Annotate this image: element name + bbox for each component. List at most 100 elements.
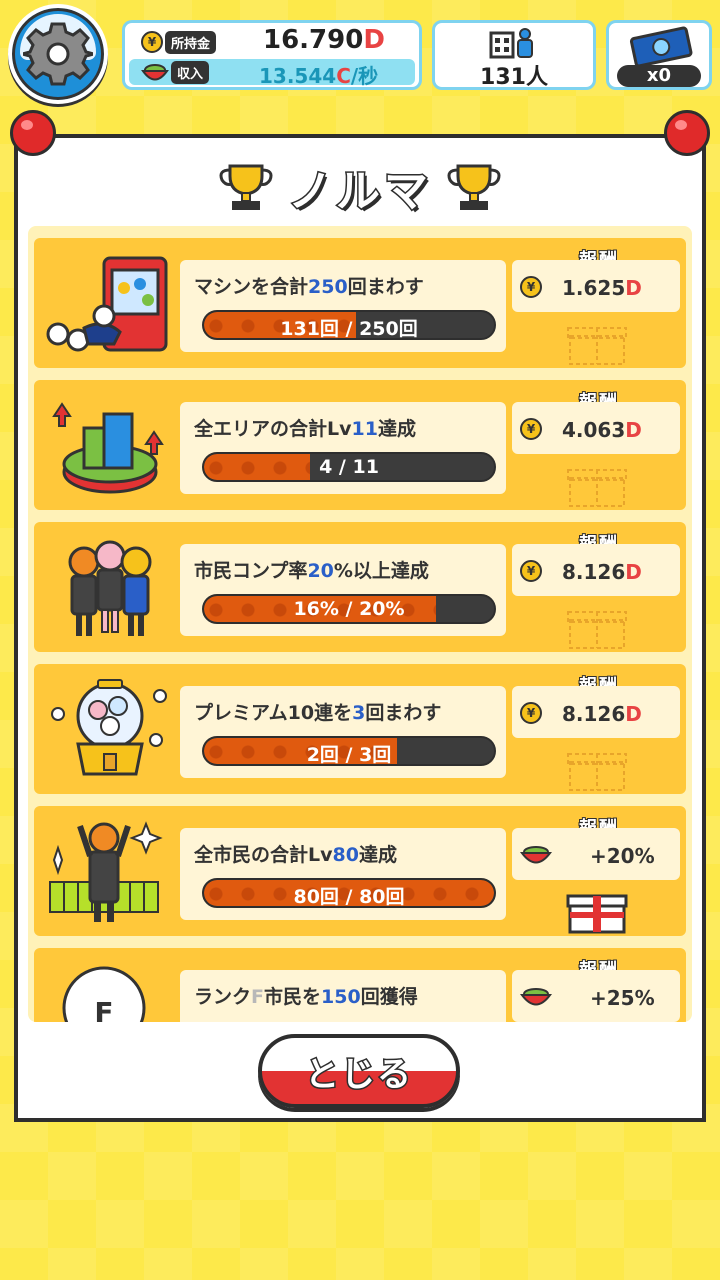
reward-amount: +25% bbox=[590, 986, 655, 1010]
reward-value: 8.126 bbox=[562, 702, 626, 726]
task-desc-text: 全エリアの合計Lv bbox=[194, 418, 352, 440]
income-bar: 収入 13.544C/秒 bbox=[129, 59, 415, 88]
task-desc-text: 達成 bbox=[358, 844, 397, 866]
task-description: プレミアム10連を3回まわす bbox=[194, 698, 441, 725]
task-desc-text: マシンを合計 bbox=[194, 276, 309, 298]
coin-icon: ¥ bbox=[520, 560, 542, 582]
progress-bar: 2回 / 3回 bbox=[202, 736, 496, 766]
income-row: 収入 bbox=[141, 59, 210, 85]
reward-box: +20% bbox=[512, 828, 680, 880]
money-label: 所持金 bbox=[165, 30, 217, 54]
gift-outline-icon bbox=[567, 753, 627, 791]
money-unit: D bbox=[363, 25, 385, 55]
reward-value: 8.126 bbox=[562, 560, 626, 584]
reward-box: ¥ 8.126D bbox=[512, 686, 680, 738]
task-desc-text: 回まわす bbox=[365, 702, 442, 724]
task-list[interactable]: マシンを合計250回まわす 131回 / 250回 報酬 ¥ 1.625D bbox=[28, 226, 692, 1022]
money-value: 16.790 bbox=[263, 25, 364, 55]
progress-text: 16% / 20% bbox=[293, 598, 405, 620]
close-button[interactable]: とじる bbox=[258, 1034, 460, 1108]
gift-outline-icon bbox=[567, 327, 627, 365]
progress-text: 131回 / 250回 bbox=[280, 318, 418, 340]
reward-unit: D bbox=[625, 702, 642, 726]
progress-bar: 16% / 20% bbox=[202, 594, 496, 624]
coin-icon: ¥ bbox=[520, 418, 542, 440]
task-description: ランクF市民を150回獲得 bbox=[194, 982, 418, 1009]
reward-value: +25% bbox=[590, 986, 655, 1010]
rank-letter: F bbox=[94, 996, 113, 1022]
task-desc-text: 回まわす bbox=[347, 276, 424, 298]
progress-text: 4 / 11 bbox=[319, 456, 379, 478]
population-panel[interactable]: 131人 bbox=[432, 20, 596, 90]
reward-box: +25% bbox=[512, 970, 680, 1022]
task-desc-number: 80 bbox=[332, 844, 359, 866]
progress-text: 80回 / 80回 bbox=[293, 886, 405, 908]
task-desc-number: 11 bbox=[351, 418, 378, 440]
task-card: 市民コンプ率20%以上達成 16% / 20% 報酬 ¥ 8.126D bbox=[34, 522, 686, 652]
progress-text: 2回 / 3回 bbox=[306, 744, 392, 766]
ticket-panel[interactable]: x0 bbox=[606, 20, 712, 90]
gift-outline-icon bbox=[567, 611, 627, 649]
task-description: 全市民の合計Lv80達成 bbox=[194, 840, 397, 867]
title-area: ノルマ bbox=[0, 152, 720, 222]
close-button-label: とじる bbox=[304, 1053, 413, 1096]
progress-bar: 80回 / 80回 bbox=[202, 878, 496, 908]
income-label: 収入 bbox=[171, 60, 210, 84]
task-desc-number: 150 bbox=[321, 986, 361, 1008]
task-description: 全エリアの合計Lv11達成 bbox=[194, 414, 416, 441]
reward-unit: D bbox=[625, 418, 642, 442]
citizens-illustration bbox=[68, 540, 152, 636]
settings-button[interactable] bbox=[8, 4, 108, 104]
task-card: プレミアム10連を3回まわす 2回 / 3回 報酬 ¥ 8.126D bbox=[34, 664, 686, 794]
task-description: 市民コンプ率20%以上達成 bbox=[194, 556, 429, 583]
gear-icon bbox=[23, 22, 93, 86]
bowl-icon bbox=[141, 64, 169, 81]
income-unit: C bbox=[336, 64, 351, 88]
task-card: 全エリアの合計Lv11達成 4 / 11 報酬 ¥ 4.063D bbox=[34, 380, 686, 510]
progress-bar: 4 / 11 bbox=[202, 452, 496, 482]
task-info: ランクF市民を150回獲得 bbox=[180, 970, 506, 1022]
task-info: 市民コンプ率20%以上達成 16% / 20% bbox=[180, 544, 506, 636]
money-row: ¥ 所持金 bbox=[141, 29, 217, 55]
gift-box-icon[interactable] bbox=[566, 890, 628, 934]
ticket-icon bbox=[629, 26, 693, 67]
gift-outline-icon bbox=[567, 469, 627, 507]
income-per: /秒 bbox=[350, 64, 379, 88]
bowl-icon bbox=[520, 846, 552, 864]
reward-value: 1.625 bbox=[562, 276, 626, 300]
reward-unit: D bbox=[625, 560, 642, 584]
task-info: マシンを合計250回まわす 131回 / 250回 bbox=[180, 260, 506, 352]
task-description: マシンを合計250回まわす bbox=[194, 272, 424, 299]
reward-unit: D bbox=[625, 276, 642, 300]
gacha-machine-illustration bbox=[46, 256, 168, 352]
reward-amount: 1.625D bbox=[562, 276, 642, 300]
money-amount: 16.790D bbox=[263, 25, 385, 55]
task-desc-text: %以上達成 bbox=[333, 560, 429, 582]
reward-amount: 4.063D bbox=[562, 418, 642, 442]
task-card: 全市民の合計Lv80達成 80回 / 80回 報酬 +20% bbox=[34, 806, 686, 936]
reward-box: ¥ 8.126D bbox=[512, 544, 680, 596]
task-desc-text: 回獲得 bbox=[360, 986, 418, 1008]
coin-icon: ¥ bbox=[141, 31, 163, 53]
trophy-icon bbox=[219, 164, 273, 210]
task-desc-rank: F bbox=[251, 986, 264, 1008]
money-panel: ¥ 所持金 16.790D 収入 13.544C/秒 bbox=[122, 20, 422, 90]
task-desc-text: プレミアム10連を bbox=[194, 702, 353, 724]
reward-box: ¥ 4.063D bbox=[512, 402, 680, 454]
top-bar: ¥ 所持金 16.790D 収入 13.544C/秒 131人 x0 bbox=[0, 0, 720, 112]
ticket-count: x0 bbox=[617, 65, 701, 87]
task-desc-text: 達成 bbox=[377, 418, 416, 440]
population-count: 131人 bbox=[480, 65, 548, 90]
reward-box: ¥ 1.625D bbox=[512, 260, 680, 312]
task-desc-number: 3 bbox=[352, 702, 366, 724]
income-amount: 13.544C/秒 bbox=[259, 60, 378, 89]
task-card: F ランクF市民を150回獲得 報酬 +25% bbox=[34, 948, 686, 1022]
reward-value: +20% bbox=[590, 844, 655, 868]
task-info: プレミアム10連を3回まわす 2回 / 3回 bbox=[180, 686, 506, 778]
coin-icon: ¥ bbox=[520, 702, 542, 724]
reward-amount: 8.126D bbox=[562, 560, 642, 584]
area-city-illustration bbox=[52, 402, 164, 494]
task-info: 全エリアの合計Lv11達成 4 / 11 bbox=[180, 402, 506, 494]
reward-amount: +20% bbox=[590, 844, 655, 868]
bowl-icon bbox=[520, 988, 552, 1006]
